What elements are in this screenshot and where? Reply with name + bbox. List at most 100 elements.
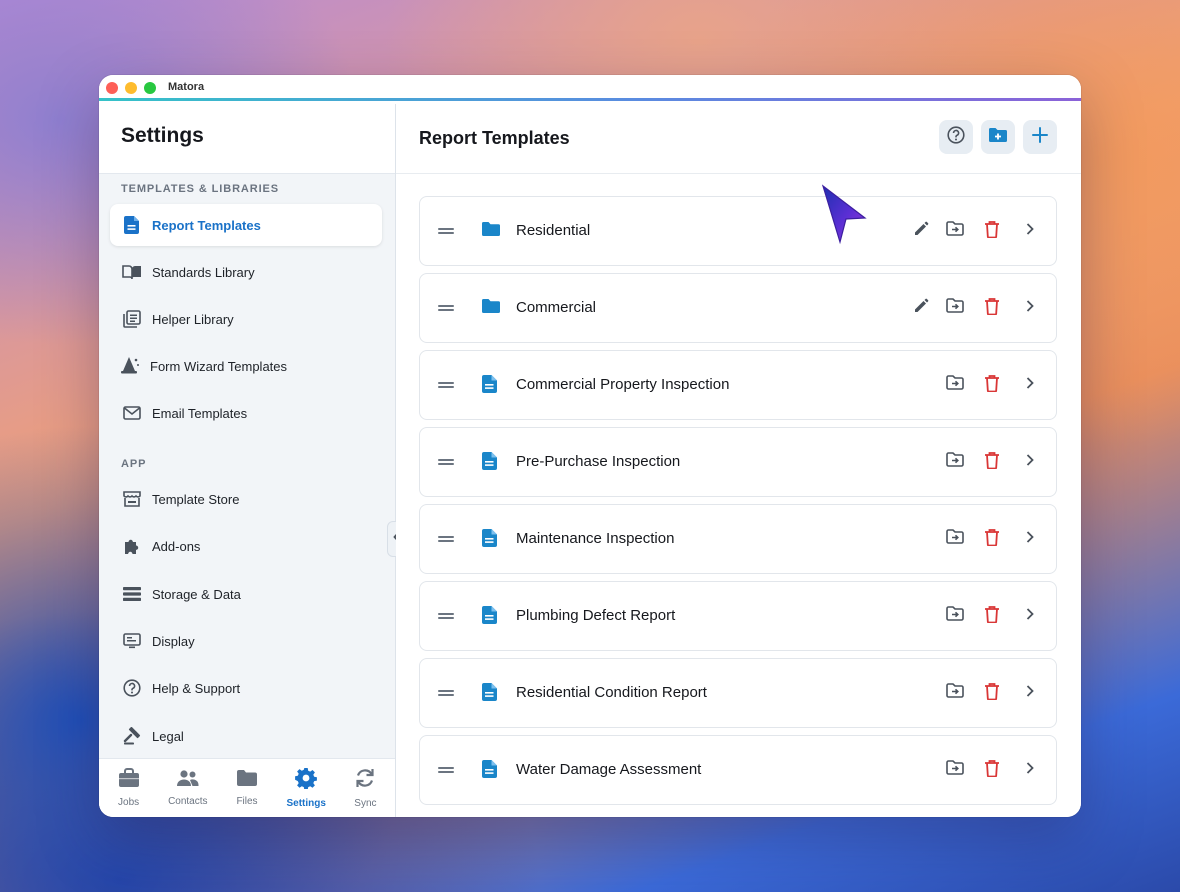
close-window-button[interactable] <box>106 82 118 94</box>
sidebar-item-label: Standards Library <box>152 264 255 280</box>
document-icon <box>482 529 500 547</box>
sidebar-item-report-templates[interactable]: Report Templates <box>110 204 382 246</box>
tab-jobs[interactable]: Jobs <box>99 759 158 817</box>
drag-handle-icon[interactable] <box>438 226 454 236</box>
sidebar-item-label: Template Store <box>152 491 240 507</box>
delete-button[interactable] <box>981 451 1003 473</box>
open-button[interactable] <box>1019 220 1041 242</box>
sidebar-header: Settings <box>99 104 395 174</box>
sidebar-item-legal[interactable]: Legal <box>110 715 382 757</box>
delete-button[interactable] <box>981 297 1003 319</box>
zoom-window-button[interactable] <box>144 82 156 94</box>
document-icon <box>482 606 500 624</box>
tab-contacts[interactable]: Contacts <box>158 759 217 817</box>
trash-icon <box>984 759 1000 782</box>
move-folder-icon <box>946 759 964 781</box>
add-icon <box>1032 126 1048 148</box>
chevron-right-icon <box>1026 299 1034 317</box>
move-to-folder-button[interactable] <box>944 220 966 242</box>
open-button[interactable] <box>1019 374 1041 396</box>
drag-handle-icon[interactable] <box>438 611 454 621</box>
folder-icon <box>482 221 500 239</box>
list-item-template[interactable]: Pre-Purchase Inspection <box>419 427 1057 497</box>
page-title: Report Templates <box>419 128 570 148</box>
move-to-folder-button[interactable] <box>944 528 966 550</box>
add-template-button[interactable] <box>1023 120 1057 154</box>
open-button[interactable] <box>1019 451 1041 473</box>
pencil-icon <box>913 298 929 319</box>
minimize-window-button[interactable] <box>125 82 137 94</box>
tab-settings[interactable]: Settings <box>277 759 336 817</box>
trash-icon <box>984 528 1000 551</box>
move-to-folder-button[interactable] <box>944 682 966 704</box>
list-item-template[interactable]: Residential Condition Report <box>419 658 1057 728</box>
open-button[interactable] <box>1019 759 1041 781</box>
delete-button[interactable] <box>981 374 1003 396</box>
chevron-right-icon <box>1026 453 1034 471</box>
sidebar-item-label: Display <box>152 633 195 649</box>
drag-handle-icon[interactable] <box>438 534 454 544</box>
drag-handle-icon[interactable] <box>438 380 454 390</box>
move-folder-icon <box>946 220 964 242</box>
gear-icon <box>295 767 318 794</box>
drag-handle-icon[interactable] <box>438 457 454 467</box>
move-to-folder-button[interactable] <box>944 605 966 627</box>
settings-sidebar: Settings TEMPLATES & LIBRARIES Report Te… <box>99 104 396 817</box>
trash-icon <box>984 374 1000 397</box>
new-folder-button[interactable] <box>981 120 1015 154</box>
delete-button[interactable] <box>981 220 1003 242</box>
sidebar-item-display[interactable]: Display <box>110 620 382 662</box>
help-button[interactable] <box>939 120 973 154</box>
open-button[interactable] <box>1019 605 1041 627</box>
sidebar-item-email-templates[interactable]: Email Templates <box>110 392 382 434</box>
sidebar-item-form-wizard-templates[interactable]: Form Wizard Templates <box>110 345 382 387</box>
delete-button[interactable] <box>981 759 1003 781</box>
list-item-template[interactable]: Maintenance Inspection <box>419 504 1057 574</box>
sidebar-item-add-ons[interactable]: Add-ons <box>110 525 382 567</box>
delete-button[interactable] <box>981 605 1003 627</box>
app-title: Matora <box>168 81 205 93</box>
chevron-right-icon <box>1026 607 1034 625</box>
tab-sync[interactable]: Sync <box>336 759 395 817</box>
sidebar-item-storage-data[interactable]: Storage & Data <box>110 573 382 615</box>
app-window: Matora Settings TEMPLATES & LIBRARIES Re… <box>99 75 1081 817</box>
edit-button[interactable] <box>910 297 932 319</box>
drag-handle-icon[interactable] <box>438 765 454 775</box>
sidebar-item-helper-library[interactable]: Helper Library <box>110 298 382 340</box>
sidebar-item-template-store[interactable]: Template Store <box>110 478 382 520</box>
chevron-right-icon <box>1026 761 1034 779</box>
drag-handle-icon[interactable] <box>438 688 454 698</box>
sidebar-item-label: Legal <box>152 728 184 744</box>
move-to-folder-button[interactable] <box>944 374 966 396</box>
list-item-folder[interactable]: Commercial <box>419 273 1057 343</box>
briefcase-icon <box>118 768 140 793</box>
delete-button[interactable] <box>981 682 1003 704</box>
move-folder-icon <box>946 528 964 550</box>
move-to-folder-button[interactable] <box>944 759 966 781</box>
document-icon <box>482 760 500 778</box>
open-button[interactable] <box>1019 297 1041 319</box>
edit-button[interactable] <box>910 220 932 242</box>
delete-button[interactable] <box>981 528 1003 550</box>
sync-icon <box>355 767 375 794</box>
move-to-folder-button[interactable] <box>944 297 966 319</box>
move-folder-icon <box>946 605 964 627</box>
row-label: Commercial Property Inspection <box>516 376 730 393</box>
sidebar-item-label: Report Templates <box>152 217 261 233</box>
list-item-template[interactable]: Commercial Property Inspection <box>419 350 1057 420</box>
pencil-icon <box>913 221 929 242</box>
wizard-hat-icon <box>120 356 140 376</box>
open-book-icon <box>122 262 142 282</box>
section-label-app: APP <box>121 458 147 470</box>
list-item-template[interactable]: Water Damage Assessment <box>419 735 1057 805</box>
sidebar-item-standards-library[interactable]: Standards Library <box>110 251 382 293</box>
open-button[interactable] <box>1019 528 1041 550</box>
open-button[interactable] <box>1019 682 1041 704</box>
list-item-folder[interactable]: Residential <box>419 196 1057 266</box>
move-to-folder-button[interactable] <box>944 451 966 473</box>
tab-files[interactable]: Files <box>217 759 276 817</box>
list-item-template[interactable]: Plumbing Defect Report <box>419 581 1057 651</box>
trash-icon <box>984 682 1000 705</box>
sidebar-item-help-support[interactable]: Help & Support <box>110 667 382 709</box>
drag-handle-icon[interactable] <box>438 303 454 313</box>
